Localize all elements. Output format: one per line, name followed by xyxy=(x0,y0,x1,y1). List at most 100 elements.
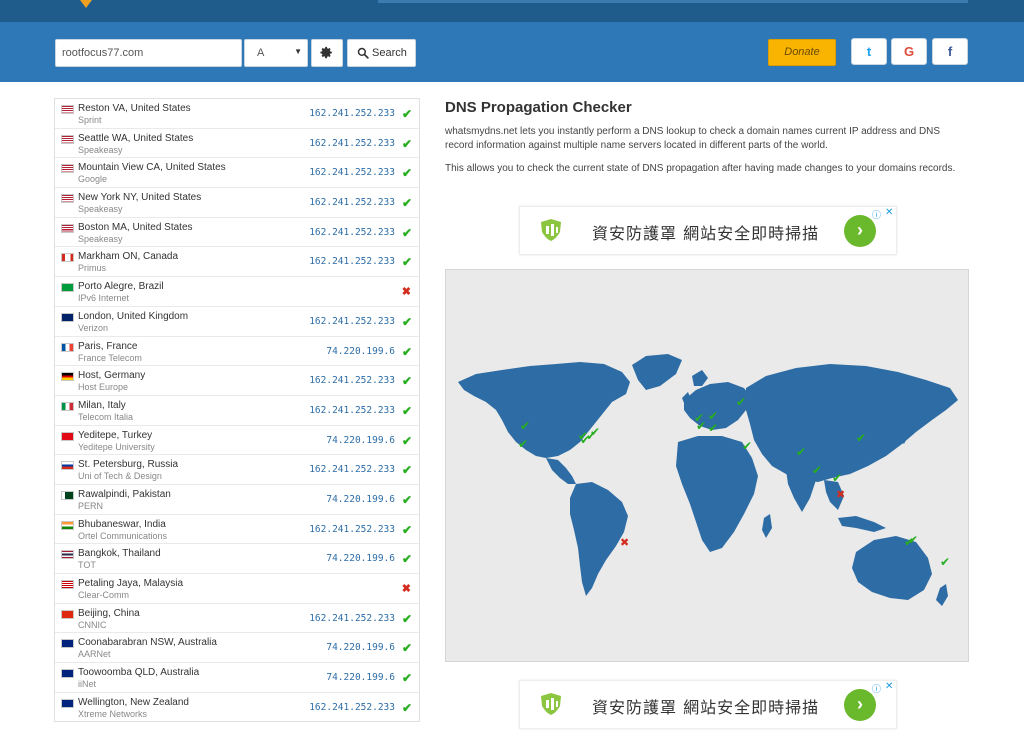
ad-text: 資安防護罩 網站安全即時掃描 xyxy=(592,224,820,243)
location-label: New York NY, United States xyxy=(78,192,202,204)
settings-button[interactable] xyxy=(311,39,343,67)
location-label: Host, Germany xyxy=(78,370,146,382)
checkmark-icon: ✔ xyxy=(401,700,412,715)
checkmark-icon: ✔ xyxy=(401,463,412,478)
checkmark-icon: ✔ xyxy=(401,433,412,448)
location-label: Rawalpindi, Pakistan xyxy=(78,488,171,500)
facebook-share-button[interactable]: f xyxy=(932,38,968,65)
cross-icon: ✖ xyxy=(401,583,411,595)
ip-address[interactable]: 74.220.199.6 xyxy=(326,642,395,653)
google-share-button[interactable]: G xyxy=(891,38,927,65)
record-type-select[interactable]: A ▼ xyxy=(244,39,308,67)
map-check-marker[interactable]: ✔ xyxy=(590,425,600,439)
ip-address[interactable]: 162.241.252.233 xyxy=(309,316,395,327)
ip-address[interactable]: 162.241.252.233 xyxy=(309,613,395,624)
ad-info-icon[interactable]: ⓘ xyxy=(872,682,881,695)
ip-address[interactable]: 162.241.252.233 xyxy=(309,227,395,238)
result-row[interactable]: Toowoomba QLD, Australia iiNet 74.220.199.… xyxy=(55,663,419,693)
location-label: Petaling Jaya, Malaysia xyxy=(78,578,184,589)
isp-label: Sprint xyxy=(78,115,102,125)
ip-address[interactable]: 162.241.252.233 xyxy=(309,197,395,208)
close-icon[interactable]: ✕ xyxy=(885,681,893,692)
result-row[interactable]: Seattle WA, United States Speakeasy 162.24… xyxy=(55,129,419,159)
checkmark-icon: ✔ xyxy=(401,225,412,240)
close-icon[interactable]: ✕ xyxy=(885,207,893,218)
map-check-marker[interactable]: ✔ xyxy=(832,471,842,485)
map-fail-marker[interactable]: ✖ xyxy=(836,488,845,501)
ad-info-icon[interactable]: ⓘ xyxy=(872,208,881,221)
location-label: Wellington, New Zealand xyxy=(78,696,189,708)
isp-label: PERN xyxy=(78,500,104,511)
location-label: Bangkok, Thailand xyxy=(78,548,161,560)
ip-address[interactable]: 74.220.199.6 xyxy=(326,553,395,564)
location-label: Yeditepe, Turkey xyxy=(78,429,153,441)
ip-address[interactable]: 162.241.252.233 xyxy=(309,375,395,386)
advertisement-banner-bottom[interactable]: 資安防護罩 網站安全即時掃描 › ⓘ ✕ xyxy=(519,680,897,729)
result-row[interactable]: St. Petersburg, Russia Uni of Tech & Desi… xyxy=(55,455,419,485)
result-row[interactable]: London, United Kingdom Verizon 162.241.252… xyxy=(55,307,419,337)
ip-address[interactable]: 74.220.199.6 xyxy=(326,346,395,357)
ip-address[interactable]: 162.241.252.233 xyxy=(309,702,395,713)
checkmark-icon: ✔ xyxy=(401,403,412,418)
result-row[interactable]: Bhubaneswar, India Ortel Communications 16… xyxy=(55,515,419,545)
ip-address[interactable]: 162.241.252.233 xyxy=(309,138,395,149)
twitter-share-button[interactable]: t xyxy=(851,38,887,65)
domain-input[interactable] xyxy=(55,39,242,67)
result-row[interactable]: New York NY, United States Speakeasy 162.2… xyxy=(55,188,419,218)
result-row[interactable]: Beijing, China CNNIC 162.241.252.233 ✔ xyxy=(55,604,419,634)
ip-address[interactable]: 162.241.252.233 xyxy=(309,524,395,535)
map-check-marker[interactable]: ✔ xyxy=(796,445,806,459)
result-row[interactable]: Paris, France France Telecom 74.220.199.6 ✔ xyxy=(55,337,419,367)
checkmark-icon: ✔ xyxy=(401,344,412,359)
ip-address[interactable]: 162.241.252.233 xyxy=(309,108,395,119)
map-check-marker[interactable]: ✔ xyxy=(908,533,918,547)
result-row[interactable]: Milan, Italy Telecom Italia 162.241.252.23… xyxy=(55,396,419,426)
map-check-marker[interactable]: ✔ xyxy=(708,421,718,435)
result-row[interactable]: Bangkok, Thailand TOT 74.220.199.6 ✔ xyxy=(55,544,419,574)
isp-label: Clear-Comm xyxy=(78,590,130,600)
result-row[interactable]: Host, Germany Host Europe 162.241.252.233 ✔ xyxy=(55,366,419,396)
isp-label: Ortel Communications xyxy=(78,530,168,541)
result-row[interactable]: Boston MA, United States Speakeasy 162.241… xyxy=(55,218,419,248)
result-row[interactable]: Coonabarabran NSW, Australia AARNet 74.220… xyxy=(55,633,419,664)
search-icon xyxy=(357,47,369,59)
ip-address[interactable]: 74.220.199.6 xyxy=(326,494,395,505)
ip-address[interactable]: 74.220.199.6 xyxy=(326,672,395,683)
checkmark-icon: ✔ xyxy=(401,255,412,270)
search-button[interactable]: Search xyxy=(347,39,416,67)
result-row[interactable]: Petaling Jaya, Malaysia Clear-Comm ✖ xyxy=(55,574,419,604)
map-check-marker[interactable]: ✔ xyxy=(578,429,588,443)
map-check-marker[interactable]: ✔ xyxy=(520,419,530,433)
donate-button[interactable]: Donate xyxy=(768,39,836,66)
shield-logo-icon xyxy=(541,219,561,241)
ip-address[interactable]: 162.241.252.233 xyxy=(309,167,395,178)
checkmark-icon: ✔ xyxy=(401,552,412,567)
map-fail-marker[interactable]: ✖ xyxy=(620,536,629,549)
map-check-marker[interactable]: ✔ xyxy=(812,463,822,477)
map-check-marker[interactable]: ✔ xyxy=(518,437,528,451)
location-label: Toowoomba QLD, Australia xyxy=(78,667,200,679)
ip-address[interactable]: 162.241.252.233 xyxy=(309,405,395,416)
ip-address[interactable]: 162.241.252.233 xyxy=(309,464,395,475)
logo-pin-icon[interactable] xyxy=(80,0,92,8)
results-list: Reston VA, United States Sprint 162.241.25… xyxy=(54,98,420,722)
map-check-marker[interactable]: ✔ xyxy=(940,555,950,569)
result-row[interactable]: Reston VA, United States Sprint 162.241.25… xyxy=(55,99,419,129)
gear-icon xyxy=(320,46,332,59)
result-row[interactable]: Markham ON, Canada Primus 162.241.252.233 ✔ xyxy=(55,247,419,278)
isp-label: Google xyxy=(78,174,108,185)
map-check-marker[interactable]: ✔ xyxy=(856,431,866,445)
map-check-marker[interactable]: ✔ xyxy=(742,439,752,453)
map-check-marker[interactable]: ✔ xyxy=(696,419,706,433)
result-row[interactable]: Mountain View CA, United States Google 162… xyxy=(55,158,419,189)
ip-address[interactable]: 162.241.252.233 xyxy=(309,256,395,267)
map-check-marker[interactable]: ✔ xyxy=(736,395,746,409)
result-row[interactable]: Yeditepe, Turkey Yeditepe University 74.22… xyxy=(55,426,419,456)
result-row[interactable]: Porto Alegre, Brazil IPv6 Internet ✖ xyxy=(55,277,419,307)
result-row[interactable]: Rawalpindi, Pakistan PERN 74.220.199.6 ✔ xyxy=(55,485,419,515)
advertisement-banner[interactable]: 資安防護罩 網站安全即時掃描 › ⓘ ✕ xyxy=(519,206,897,255)
intro-paragraph: whatsmydns.net lets you instantly perfor… xyxy=(445,126,941,151)
ip-address[interactable]: 74.220.199.6 xyxy=(326,435,395,446)
result-row[interactable]: Wellington, New Zealand Xtreme Networks 16… xyxy=(55,693,419,723)
checkmark-icon: ✔ xyxy=(401,522,412,537)
